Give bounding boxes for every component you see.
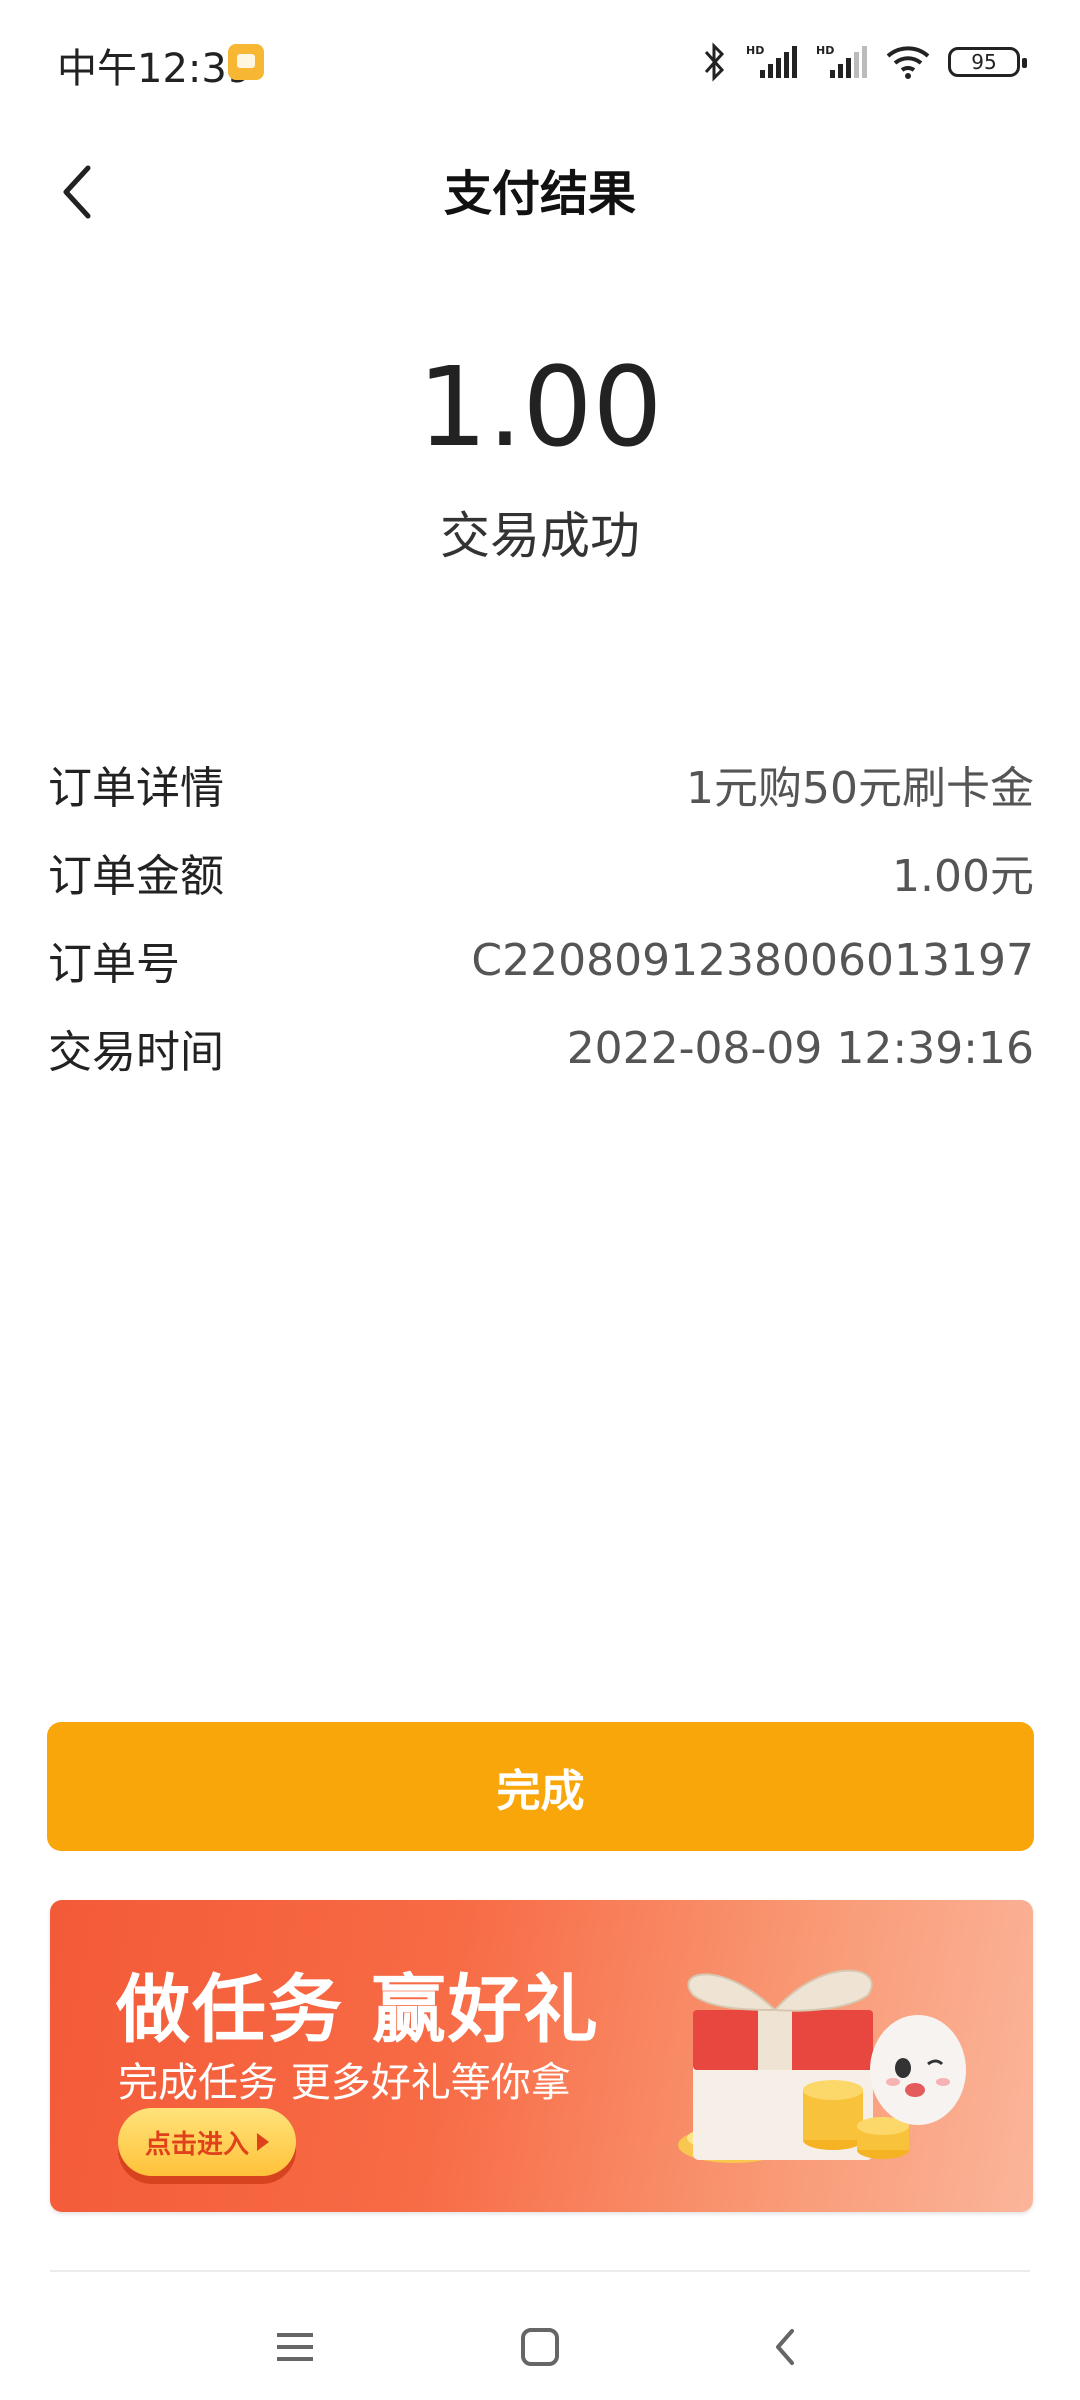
menu-icon xyxy=(277,2333,313,2361)
battery-level: 95 xyxy=(971,50,997,74)
home-button[interactable] xyxy=(505,2312,575,2382)
detail-label: 订单金额 xyxy=(48,851,224,902)
task-promo-banner[interactable]: 做任务 赢好礼 完成任务 更多好礼等你拿 点击进入 xyxy=(50,1900,1033,2212)
detail-label: 交易时间 xyxy=(48,1027,224,1078)
done-button-label: 完成 xyxy=(496,1765,585,1817)
status-bar: 中午12:39 HD HD 95 xyxy=(0,0,1080,124)
home-square-icon xyxy=(521,2328,559,2366)
done-button[interactable]: 完成 xyxy=(47,1722,1034,1851)
signal-icon: HD xyxy=(746,44,797,78)
bottom-divider xyxy=(50,2270,1030,2272)
notification-icon xyxy=(228,44,264,80)
bluetooth-icon xyxy=(704,42,725,82)
page-title: 支付结果 xyxy=(443,166,636,222)
detail-value: 1元购50元刷卡金 xyxy=(686,763,1034,814)
detail-row-order-number: 订单号 C2208091238006013197 xyxy=(48,916,1034,1004)
battery-icon: 95 xyxy=(948,47,1027,77)
menu-button[interactable] xyxy=(260,2312,330,2382)
svg-text:HD: HD xyxy=(746,44,764,57)
detail-label: 订单详情 xyxy=(48,763,224,814)
detail-row-order-info: 订单详情 1元购50元刷卡金 xyxy=(48,740,1034,828)
back-chevron-icon xyxy=(776,2329,794,2365)
detail-value: C2208091238006013197 xyxy=(471,934,1034,986)
header: 支付结果 xyxy=(0,124,1080,274)
banner-title: 做任务 赢好礼 xyxy=(116,1967,600,2053)
banner-enter-button[interactable]: 点击进入 xyxy=(118,2108,296,2176)
gift-box-illustration xyxy=(678,1969,966,2163)
detail-row-transaction-time: 交易时间 2022-08-09 12:39:16 xyxy=(48,1004,1034,1092)
payment-amount: 1.00 xyxy=(417,343,663,471)
status-time: 中午12:39 xyxy=(57,46,253,92)
signal-icon-2: HD xyxy=(816,44,867,78)
detail-row-order-amount: 订单金额 1.00元 xyxy=(48,828,1034,916)
play-arrow-icon xyxy=(257,2133,269,2151)
system-navigation-bar xyxy=(0,2290,1080,2400)
svg-text:HD: HD xyxy=(816,44,834,57)
order-details: 订单详情 1元购50元刷卡金 订单金额 1.00元 订单号 C220809123… xyxy=(48,740,1034,1092)
banner-button-label: 点击进入 xyxy=(144,2129,249,2160)
detail-value: 1.00元 xyxy=(892,851,1034,902)
payment-status: 交易成功 xyxy=(440,507,640,565)
detail-value: 2022-08-09 12:39:16 xyxy=(566,1022,1034,1074)
banner-subtitle: 完成任务 更多好礼等你拿 xyxy=(118,2060,571,2106)
detail-label: 订单号 xyxy=(48,939,180,990)
wifi-icon xyxy=(886,46,930,79)
status-icons: HD HD 95 xyxy=(702,40,1027,84)
system-back-button[interactable] xyxy=(750,2312,820,2382)
